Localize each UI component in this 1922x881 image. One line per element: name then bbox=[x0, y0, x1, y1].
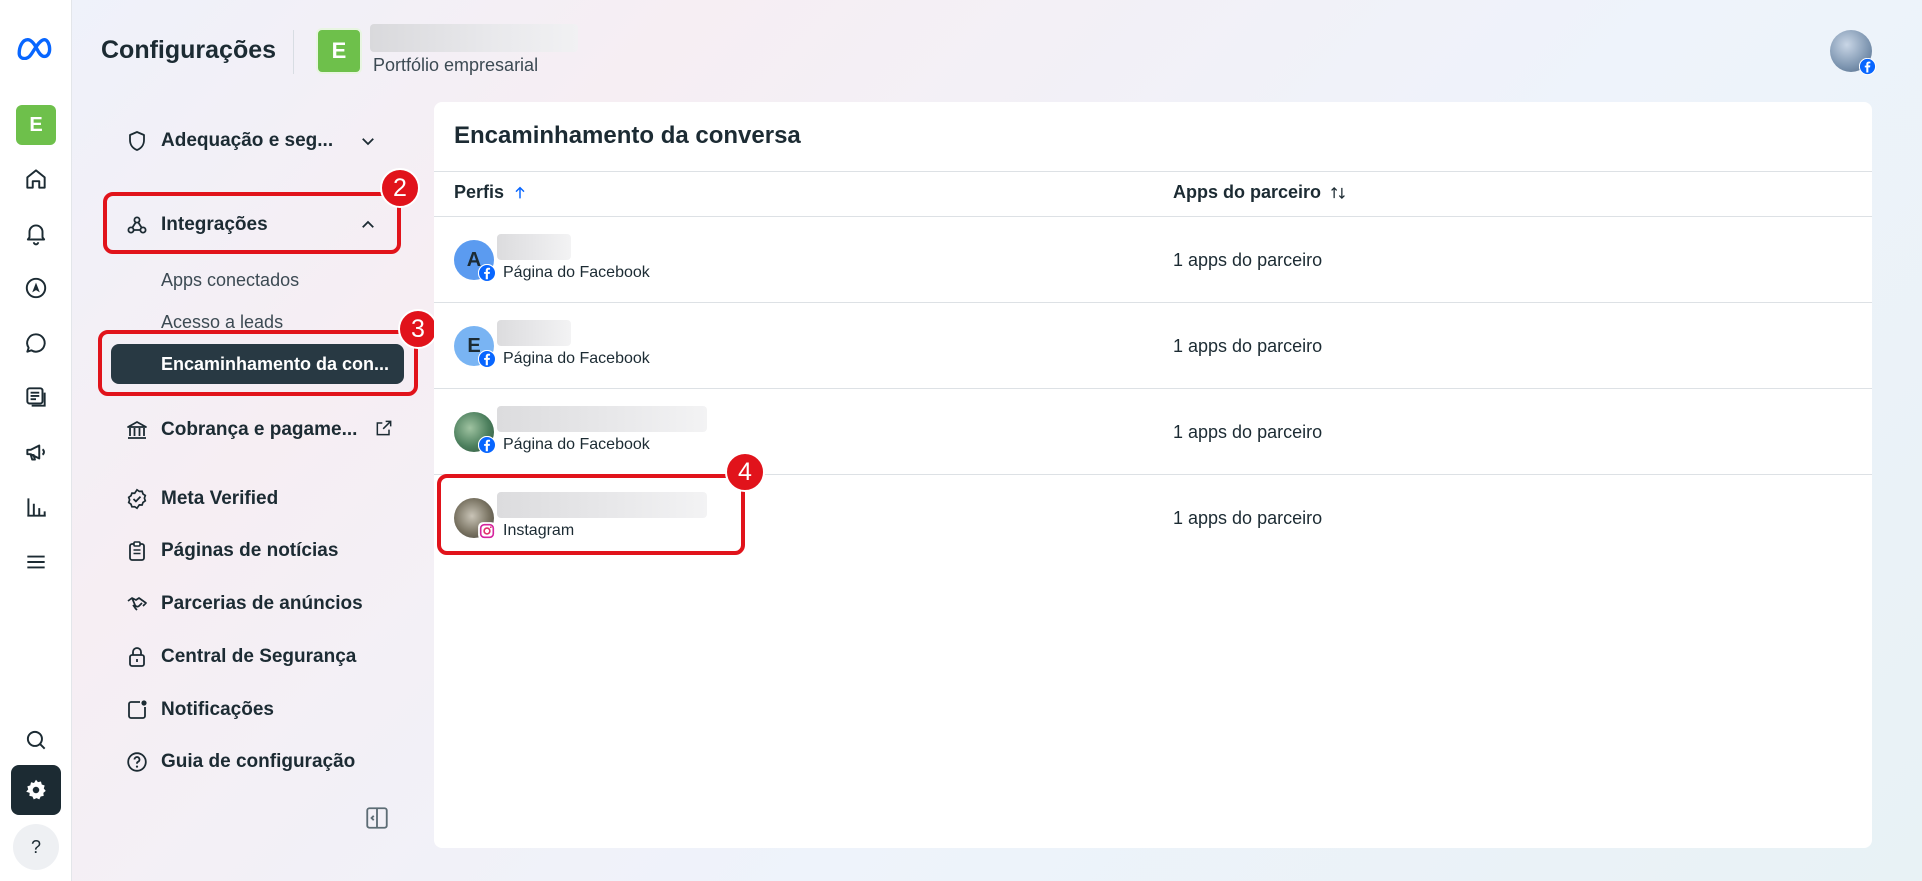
portfolio-subtitle: Portfólio empresarial bbox=[373, 55, 539, 75]
partner-apps-count: 1 apps do parceiro bbox=[1173, 422, 1323, 442]
table-row[interactable]: E Página do Facebook 1 apps do parceiro bbox=[434, 304, 1872, 390]
help-button[interactable]: ? bbox=[13, 824, 59, 870]
user-avatar[interactable] bbox=[1830, 30, 1876, 75]
menu-billing[interactable]: Cobrança e pagame... bbox=[124, 417, 357, 443]
menu-setup-guide[interactable]: Guia de configuração bbox=[124, 749, 355, 775]
portfolio-badge[interactable]: E bbox=[316, 28, 362, 74]
step-4-number: 4 bbox=[738, 457, 752, 486]
external-link-icon[interactable] bbox=[374, 418, 394, 438]
submenu-connected-apps[interactable]: Apps conectados bbox=[161, 270, 299, 291]
partner-apps-count: 1 apps do parceiro bbox=[1173, 250, 1323, 270]
facebook-badge-icon bbox=[478, 264, 496, 282]
chat-icon[interactable] bbox=[11, 318, 61, 368]
left-rail: E ? bbox=[0, 0, 72, 881]
step-marker-3: 3 bbox=[398, 309, 438, 349]
menu-billing-label: Cobrança e pagame... bbox=[161, 419, 358, 440]
menu-ad-partnerships-label: Parcerias de anúncios bbox=[161, 593, 363, 614]
column-header-partner-apps-label: Apps do parceiro bbox=[1173, 182, 1322, 202]
menu-meta-verified-label: Meta Verified bbox=[161, 488, 279, 509]
step-2-number: 2 bbox=[393, 173, 407, 202]
header-divider bbox=[293, 30, 294, 74]
menu-icon[interactable] bbox=[11, 537, 61, 587]
menu-compliance-label: Adequação e seg... bbox=[161, 130, 334, 151]
menu-ad-partnerships[interactable]: Parcerias de anúncios bbox=[124, 591, 363, 617]
divider bbox=[434, 302, 1872, 303]
divider bbox=[434, 388, 1872, 389]
handshake-icon bbox=[124, 591, 150, 617]
bell-icon[interactable] bbox=[11, 208, 61, 258]
sort-both-icon[interactable] bbox=[1329, 185, 1347, 201]
home-icon[interactable] bbox=[11, 154, 61, 204]
notification-square-icon bbox=[124, 697, 150, 723]
column-header-partner-apps[interactable]: Apps do parceiro bbox=[1173, 182, 1347, 203]
highlight-instagram-row bbox=[437, 474, 745, 555]
column-header-profiles[interactable]: Perfis bbox=[454, 182, 528, 203]
divider bbox=[434, 216, 1872, 217]
profile-type: Página do Facebook bbox=[503, 350, 650, 367]
highlight-conversation-routing bbox=[98, 330, 418, 396]
facebook-badge-icon bbox=[478, 436, 496, 454]
facebook-badge-icon bbox=[1859, 58, 1876, 75]
menu-news-pages[interactable]: Páginas de notícias bbox=[124, 538, 338, 564]
facebook-badge-icon bbox=[478, 350, 496, 368]
step-marker-4: 4 bbox=[725, 452, 765, 492]
profile-name-redacted bbox=[497, 320, 571, 346]
question-circle-icon bbox=[124, 749, 150, 775]
search-icon[interactable] bbox=[11, 715, 61, 765]
shield-icon bbox=[124, 128, 150, 154]
panel-title: Encaminhamento da conversa bbox=[454, 122, 801, 149]
menu-security-center[interactable]: Central de Segurança bbox=[124, 644, 356, 670]
gear-icon[interactable] bbox=[11, 765, 61, 815]
menu-notifications[interactable]: Notificações bbox=[124, 697, 274, 723]
portfolio-name-redacted bbox=[370, 24, 578, 52]
profile-type: Página do Facebook bbox=[503, 436, 650, 453]
business-avatar[interactable]: E bbox=[16, 105, 56, 145]
partner-apps-count: 1 apps do parceiro bbox=[1173, 508, 1323, 528]
collapse-sidebar-icon[interactable] bbox=[364, 805, 390, 831]
bank-icon bbox=[124, 417, 150, 443]
partner-apps-count: 1 apps do parceiro bbox=[1173, 336, 1323, 356]
compass-icon[interactable] bbox=[11, 263, 61, 313]
divider bbox=[434, 171, 1872, 172]
menu-setup-guide-label: Guia de configuração bbox=[161, 751, 356, 772]
megaphone-icon[interactable] bbox=[11, 427, 61, 477]
menu-news-pages-label: Páginas de notícias bbox=[161, 540, 339, 561]
content-icon[interactable] bbox=[11, 372, 61, 422]
chevron-down-icon[interactable] bbox=[359, 132, 377, 150]
column-header-profiles-label: Perfis bbox=[454, 182, 505, 202]
portfolio-badge-letter: E bbox=[331, 38, 347, 63]
profile-type: Página do Facebook bbox=[503, 264, 650, 281]
clipboard-icon bbox=[124, 538, 150, 564]
table-row[interactable]: Página do Facebook 1 apps do parceiro bbox=[434, 390, 1872, 476]
lock-icon bbox=[124, 644, 150, 670]
menu-compliance[interactable]: Adequação e seg... bbox=[124, 128, 333, 154]
verified-badge-icon bbox=[124, 486, 150, 512]
step-3-number: 3 bbox=[411, 314, 425, 343]
menu-meta-verified[interactable]: Meta Verified bbox=[124, 486, 278, 512]
step-marker-2: 2 bbox=[380, 168, 420, 208]
business-avatar-letter: E bbox=[29, 113, 43, 136]
meta-logo-icon[interactable] bbox=[11, 22, 61, 72]
help-label: ? bbox=[30, 836, 41, 857]
menu-security-center-label: Central de Segurança bbox=[161, 646, 357, 667]
profile-name-redacted bbox=[497, 406, 707, 432]
page-title: Configurações bbox=[101, 36, 277, 64]
menu-notifications-label: Notificações bbox=[161, 699, 274, 720]
sort-ascending-icon[interactable] bbox=[512, 185, 528, 201]
profile-name-redacted bbox=[497, 234, 571, 260]
insights-icon[interactable] bbox=[11, 482, 61, 532]
table-row[interactable]: A Página do Facebook 1 apps do parceiro bbox=[434, 218, 1872, 304]
highlight-integrations bbox=[103, 192, 401, 254]
